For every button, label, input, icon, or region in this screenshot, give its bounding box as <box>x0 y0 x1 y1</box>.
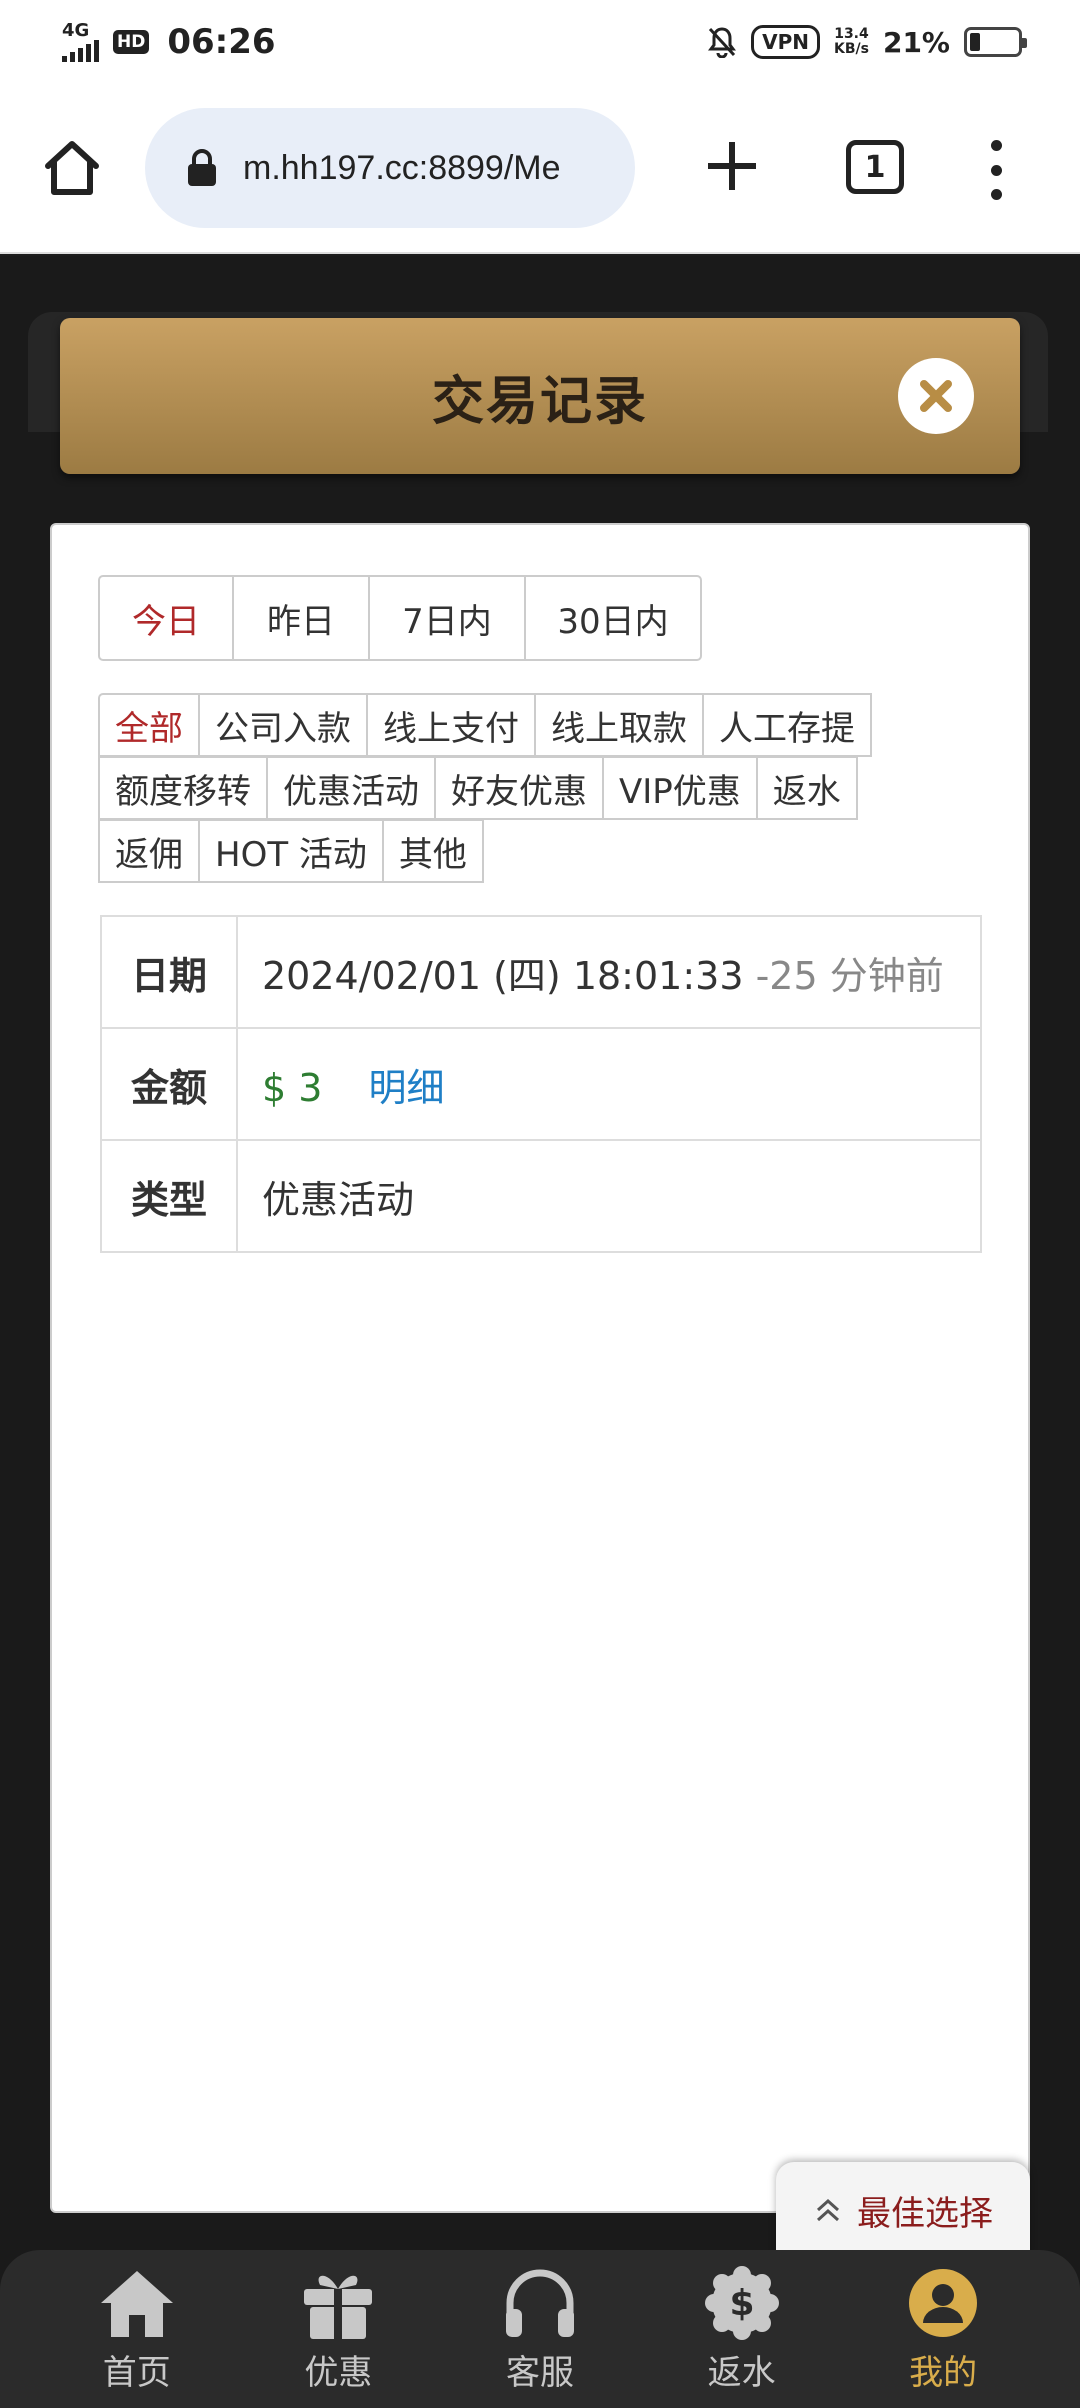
type-filter-online-pay[interactable]: 线上支付 <box>366 693 536 757</box>
nav-label: 返水 <box>707 2352 776 2393</box>
signal-icon <box>62 40 99 62</box>
hd-badge: HD <box>113 30 150 54</box>
modal-header: 交易记录 <box>60 318 1020 474</box>
detail-link[interactable]: 明细 <box>368 1066 444 1110</box>
svg-text:$: $ <box>729 2283 754 2324</box>
tab-switcher-button[interactable]: 1 <box>846 140 904 194</box>
date-label: 日期 <box>100 915 238 1029</box>
home-icon <box>100 2270 173 2337</box>
type-filter-rebate[interactable]: 返水 <box>755 756 858 820</box>
speed-value: 13.4 <box>834 26 869 42</box>
modal-title: 交易记录 <box>431 371 648 432</box>
nav-rebate[interactable]: $ 返水 <box>672 2265 812 2394</box>
browser-toolbar: m.hh197.cc:8899/Me 1 <box>0 84 1080 254</box>
date-filter-yesterday[interactable]: 昨日 <box>234 577 370 659</box>
user-icon <box>909 2268 978 2337</box>
amount-value: $ 3 <box>262 1065 323 1110</box>
date-filter-30days[interactable]: 30日内 <box>526 577 700 659</box>
type-filter-vip-bonus[interactable]: VIP优惠 <box>602 756 758 820</box>
date-filter-group: 今日 昨日 7日内 30日内 <box>98 575 702 661</box>
type-filter-row: 额度移转 优惠活动 好友优惠 VIP优惠 返水 <box>98 756 978 820</box>
mute-bell-icon <box>708 27 737 58</box>
type-filter-hot[interactable]: HOT 活动 <box>198 819 384 883</box>
table-row: 金额 $ 3 明细 <box>100 1027 982 1141</box>
type-filter-friend-bonus[interactable]: 好友优惠 <box>434 756 604 820</box>
headset-icon <box>505 2269 574 2337</box>
network-indicator: 4G <box>62 22 99 62</box>
close-icon <box>920 380 952 412</box>
gift-icon <box>304 2275 373 2339</box>
nav-label: 客服 <box>505 2352 574 2393</box>
double-chevron-up-icon <box>816 2198 840 2222</box>
overflow-menu-icon[interactable] <box>982 140 1010 200</box>
close-button[interactable] <box>898 358 974 434</box>
record-table: 日期 2024/02/01 (四) 18:01:33 -25 分钟前 金额 $ … <box>100 915 982 1253</box>
type-filter-company-deposit[interactable]: 公司入款 <box>198 693 368 757</box>
nav-label: 首页 <box>102 2352 171 2393</box>
type-filter-row: 全部 公司入款 线上支付 线上取款 人工存提 <box>98 693 978 757</box>
best-choice-label: 最佳选择 <box>857 2193 993 2234</box>
date-value: 2024/02/01 (四) 18:01:33 <box>262 953 744 998</box>
nav-label: 优惠 <box>304 2352 373 2393</box>
network-speed: 13.4 KB/s <box>834 27 869 57</box>
nav-home[interactable]: 首页 <box>67 2265 207 2394</box>
home-icon[interactable] <box>40 136 104 200</box>
date-ago: -25 分钟前 <box>755 953 944 998</box>
nav-profile[interactable]: 我的 <box>873 2265 1013 2394</box>
nav-support[interactable]: 客服 <box>470 2265 610 2394</box>
network-type: 4G <box>62 20 90 41</box>
type-filter-online-withdraw[interactable]: 线上取款 <box>534 693 704 757</box>
type-filter-group: 全部 公司入款 线上支付 线上取款 人工存提 额度移转 优惠活动 好友优惠 VI… <box>98 693 978 883</box>
dollar-badge-icon: $ <box>704 2265 779 2340</box>
new-tab-icon[interactable] <box>702 136 762 196</box>
bottom-nav: 首页 优惠 客服 $ 返水 我的 <box>0 2250 1080 2408</box>
vpn-badge: VPN <box>751 25 820 59</box>
address-bar[interactable]: m.hh197.cc:8899/Me <box>145 108 635 228</box>
best-choice-button[interactable]: 最佳选择 <box>776 2162 1030 2258</box>
type-label: 类型 <box>100 1139 238 1253</box>
lock-icon <box>188 149 216 186</box>
type-filter-row: 返佣 HOT 活动 其他 <box>98 819 978 883</box>
battery-icon <box>964 27 1027 57</box>
date-filter-7days[interactable]: 7日内 <box>370 577 526 659</box>
type-value: 优惠活动 <box>236 1139 982 1253</box>
type-filter-transfer[interactable]: 额度移转 <box>98 756 268 820</box>
battery-percent: 21% <box>882 25 950 59</box>
battery-fill <box>970 33 980 51</box>
table-row: 日期 2024/02/01 (四) 18:01:33 -25 分钟前 <box>100 915 982 1029</box>
speed-unit: KB/s <box>834 41 869 57</box>
amount-cell: $ 3 明细 <box>236 1027 982 1141</box>
type-filter-other[interactable]: 其他 <box>381 819 484 883</box>
nav-promotions[interactable]: 优惠 <box>268 2265 408 2394</box>
url-text[interactable]: m.hh197.cc:8899/Me <box>243 149 561 188</box>
date-cell: 2024/02/01 (四) 18:01:33 -25 分钟前 <box>236 915 982 1029</box>
status-left: 4G HD 06:26 <box>62 22 276 62</box>
status-right: VPN 13.4 KB/s 21% <box>707 25 1027 59</box>
type-filter-commission[interactable]: 返佣 <box>98 819 200 883</box>
table-row: 类型 优惠活动 <box>100 1139 982 1253</box>
type-filter-promotion[interactable]: 优惠活动 <box>266 756 436 820</box>
type-filter-all[interactable]: 全部 <box>98 693 200 757</box>
date-filter-today[interactable]: 今日 <box>100 577 234 659</box>
status-bar: 4G HD 06:26 VPN 13.4 KB/s 21% <box>0 0 1080 84</box>
nav-label: 我的 <box>909 2352 978 2393</box>
modal-body: 今日 昨日 7日内 30日内 全部 公司入款 线上支付 线上取款 人工存提 额度… <box>50 523 1030 2213</box>
type-filter-manual[interactable]: 人工存提 <box>702 693 872 757</box>
tab-count: 1 <box>864 149 886 185</box>
clock: 06:26 <box>167 22 276 62</box>
amount-label: 金额 <box>100 1027 238 1141</box>
